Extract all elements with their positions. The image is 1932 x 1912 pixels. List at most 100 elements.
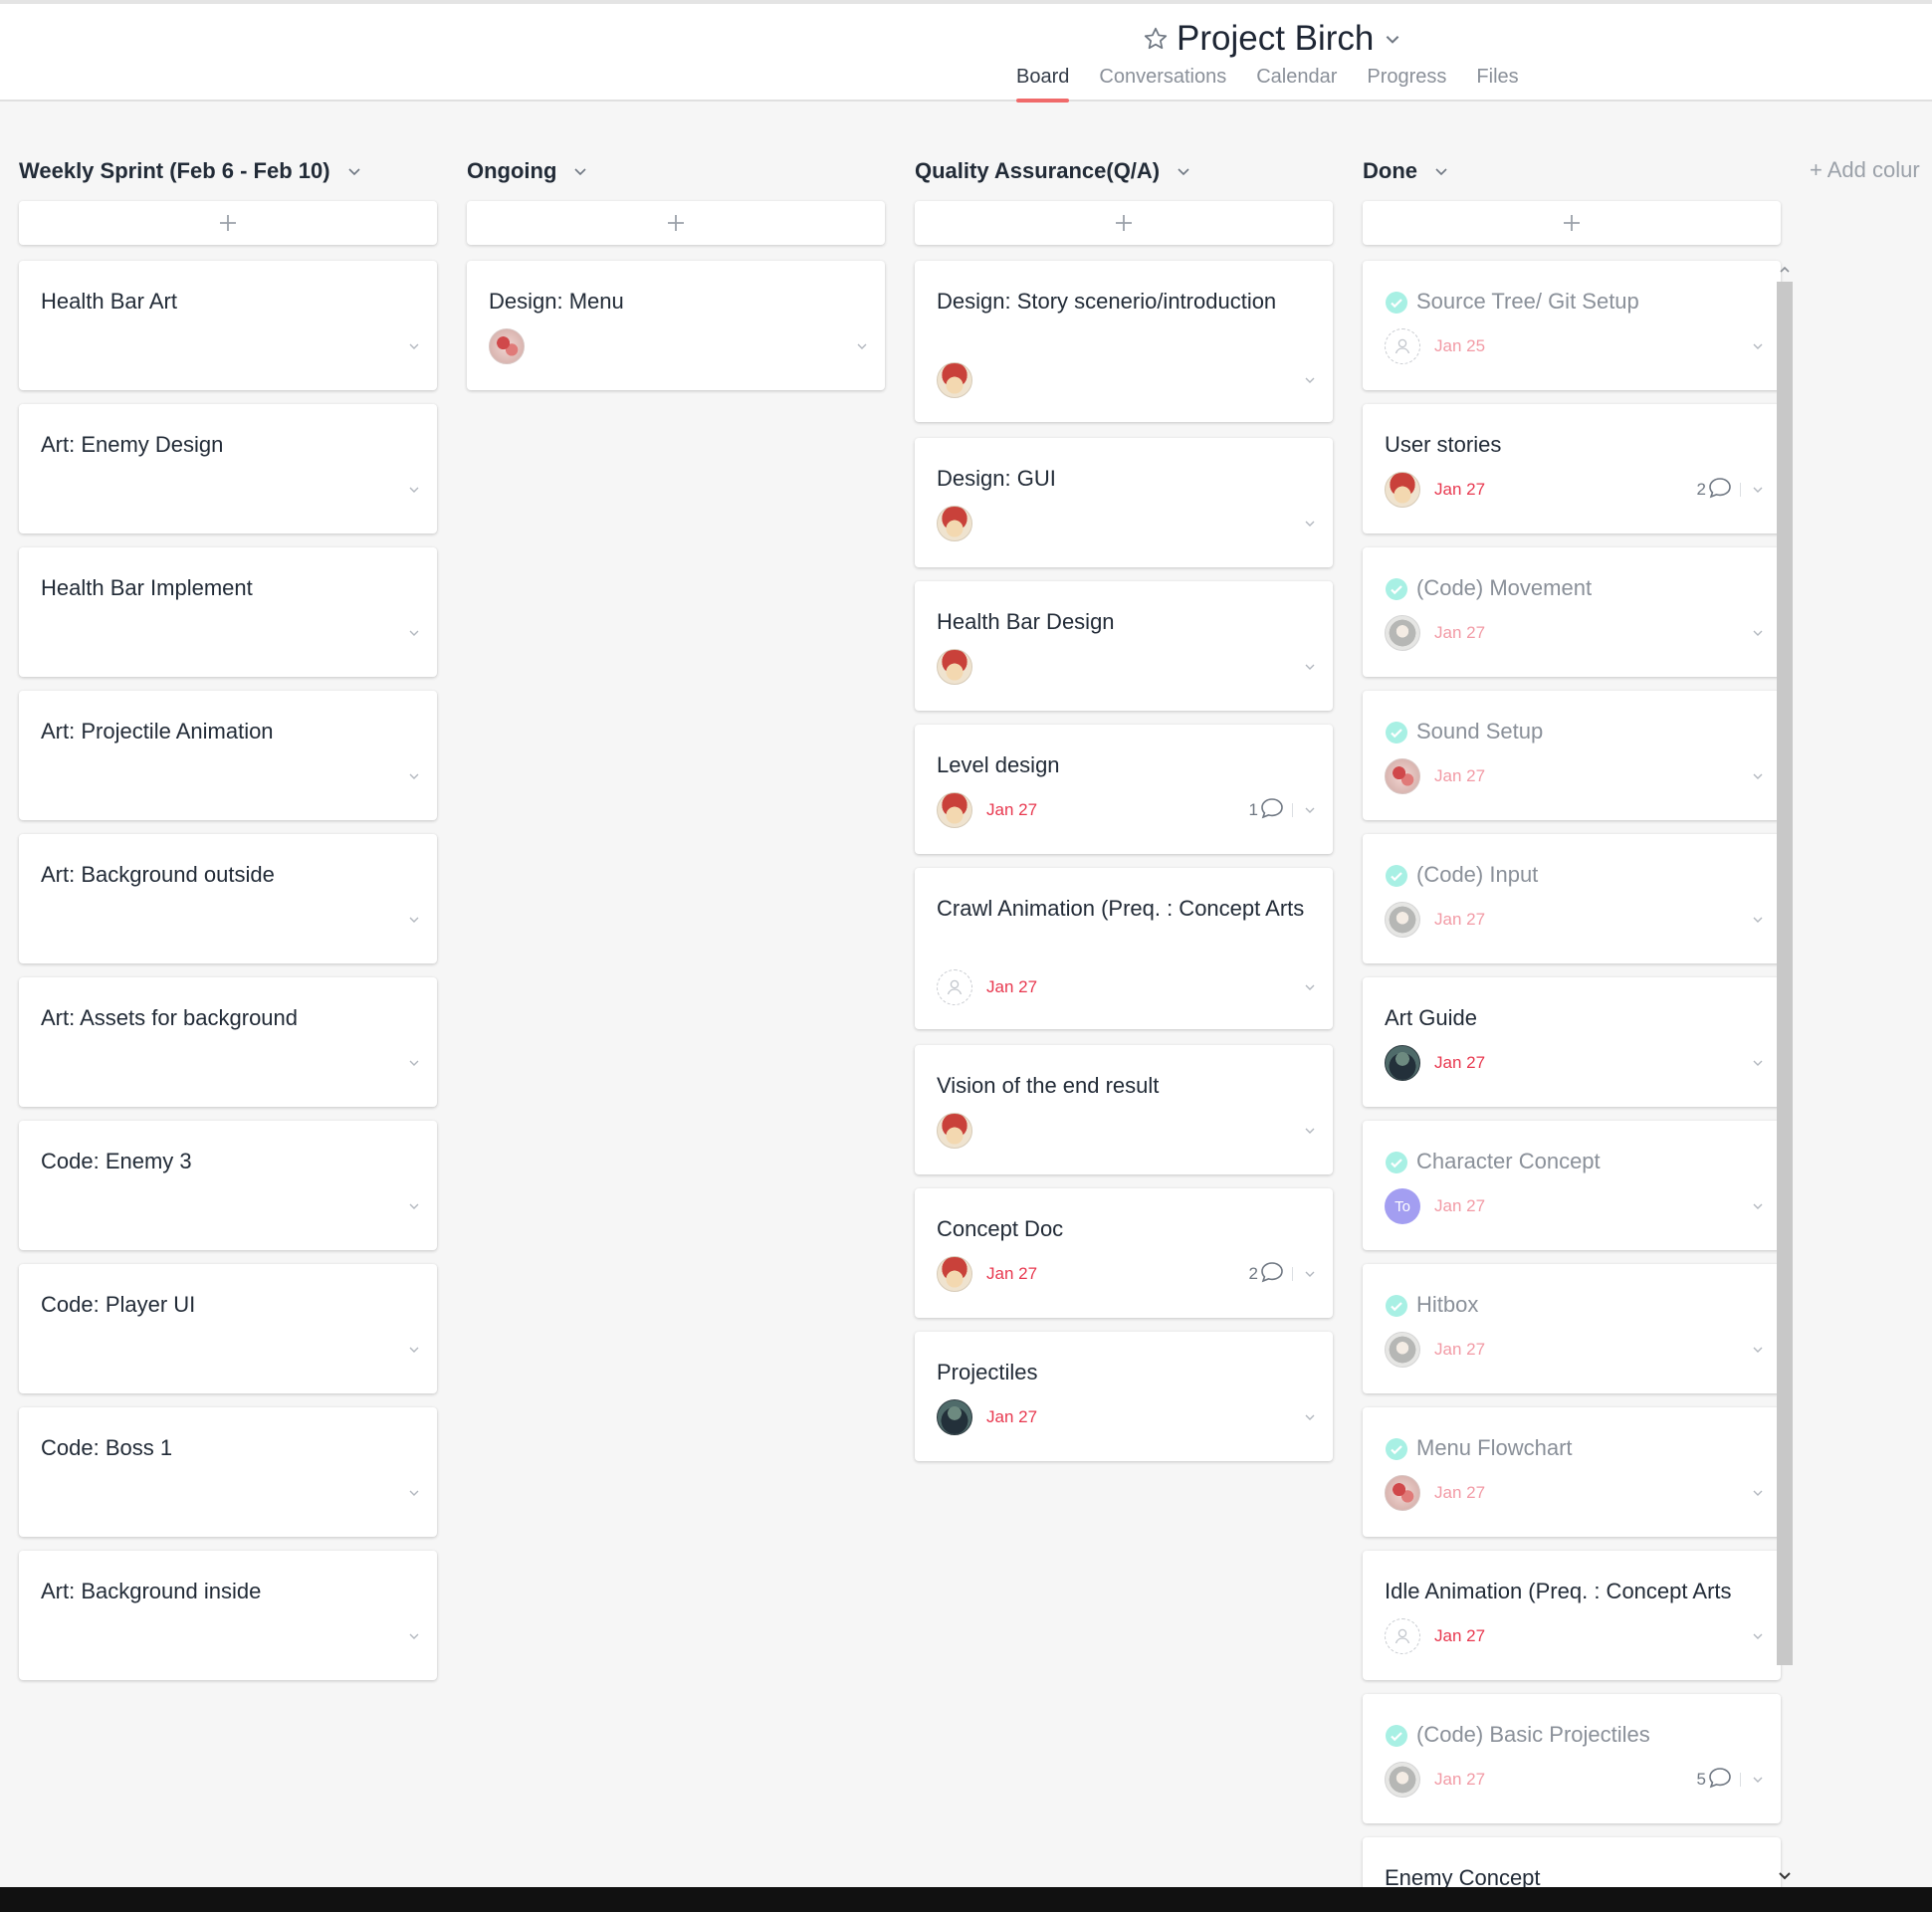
task-card[interactable]: Art Guide Jan 27 [1363,977,1781,1107]
check-circle-icon[interactable] [1385,1724,1408,1748]
column-header[interactable]: Ongoing [467,155,588,187]
project-title-row[interactable]: Project Birch [1143,16,1401,62]
avatar[interactable] [937,1113,972,1149]
avatar[interactable] [1385,1762,1420,1798]
avatar[interactable] [1385,472,1420,508]
tab-progress[interactable]: Progress [1367,66,1446,103]
chevron-down-icon[interactable] [1751,1629,1765,1643]
chevron-down-icon[interactable] [1303,803,1317,817]
task-card[interactable]: Art: Assets for background [19,977,437,1107]
due-date[interactable]: Jan 27 [1434,766,1485,786]
chevron-down-icon[interactable] [1751,1056,1765,1070]
due-date[interactable]: Jan 27 [986,800,1037,820]
due-date[interactable]: Jan 27 [986,1264,1037,1284]
chevron-down-icon[interactable] [1303,517,1317,531]
task-card[interactable]: Health Bar Design [915,581,1333,711]
chevron-down-icon[interactable] [407,339,421,353]
task-card[interactable]: Health Bar Implement [19,547,437,677]
avatar[interactable] [937,362,972,398]
chevron-down-icon[interactable] [1433,163,1449,179]
due-date[interactable]: Jan 27 [986,977,1037,997]
avatar[interactable] [937,506,972,541]
task-card[interactable]: Design: GUI [915,438,1333,567]
unassigned-avatar-icon[interactable] [1385,1618,1420,1654]
due-date[interactable]: Jan 27 [1434,1770,1485,1790]
comment-count[interactable]: 2 [1249,1261,1284,1288]
avatar[interactable] [937,792,972,828]
avatar[interactable] [1385,902,1420,938]
task-card[interactable]: Vision of the end result [915,1045,1333,1174]
scroll-up-arrow-icon[interactable] [1777,261,1793,279]
column-header[interactable]: Quality Assurance(Q/A) [915,155,1191,187]
chevron-down-icon[interactable] [1751,1773,1765,1787]
task-card[interactable]: Art: Background inside [19,1551,437,1680]
tab-conversations[interactable]: Conversations [1099,66,1226,103]
chevron-down-icon[interactable] [407,913,421,927]
task-card[interactable]: Design: Menu [467,261,885,390]
chevron-down-icon[interactable] [1303,1124,1317,1138]
chevron-down-icon[interactable] [1751,913,1765,927]
task-card[interactable]: Hitbox Jan 27 [1363,1264,1781,1393]
task-card[interactable]: Concept Doc Jan 27 2 [915,1188,1333,1318]
chevron-down-icon[interactable] [346,163,362,179]
chevron-down-icon[interactable] [407,769,421,783]
chevron-down-icon[interactable] [1303,660,1317,674]
task-card[interactable]: Code: Enemy 3 [19,1121,437,1250]
task-card[interactable]: Art: Enemy Design [19,404,437,533]
check-circle-icon[interactable] [1385,1151,1408,1174]
task-card[interactable]: Idle Animation (Preq. : Concept Arts Jan … [1363,1551,1781,1680]
chevron-down-icon[interactable] [407,626,421,640]
check-circle-icon[interactable] [1385,864,1408,888]
chevron-down-icon[interactable] [1751,339,1765,353]
chevron-down-icon[interactable] [407,1343,421,1357]
add-task-button[interactable] [19,201,437,245]
avatar[interactable] [489,328,525,364]
chevron-down-icon[interactable] [572,163,588,179]
tab-board[interactable]: Board [1016,66,1070,103]
task-card[interactable]: Sound Setup Jan 27 [1363,691,1781,820]
chevron-down-icon[interactable] [1303,980,1317,994]
due-date[interactable]: Jan 27 [1434,1483,1485,1503]
scroll-down-arrow-icon[interactable] [1777,1867,1793,1885]
chevron-down-icon[interactable] [1751,769,1765,783]
column-header[interactable]: Done [1363,155,1449,187]
chevron-down-icon[interactable] [1303,1410,1317,1424]
chevron-down-icon[interactable] [1751,1199,1765,1213]
avatar[interactable]: To [1385,1188,1420,1224]
check-circle-icon[interactable] [1385,291,1408,315]
task-card[interactable]: Code: Boss 1 [19,1407,437,1537]
avatar[interactable] [1385,615,1420,651]
task-card[interactable]: Character Concept To Jan 27 [1363,1121,1781,1250]
chevron-down-icon[interactable] [407,1056,421,1070]
due-date[interactable]: Jan 27 [986,1407,1037,1427]
unassigned-avatar-icon[interactable] [937,969,972,1005]
tab-files[interactable]: Files [1476,66,1518,103]
comment-count[interactable]: 1 [1249,797,1284,824]
chevron-down-icon[interactable] [1303,1267,1317,1281]
task-card[interactable]: Source Tree/ Git Setup Jan 25 [1363,261,1781,390]
task-card[interactable]: Level design Jan 27 1 [915,725,1333,854]
task-card[interactable]: (Code) Basic Projectiles Jan 27 5 [1363,1694,1781,1823]
column-header[interactable]: Weekly Sprint (Feb 6 - Feb 10) [19,155,362,187]
chevron-down-icon[interactable] [1176,163,1191,179]
chevron-down-icon[interactable] [1751,1343,1765,1357]
check-circle-icon[interactable] [1385,721,1408,744]
due-date[interactable]: Jan 27 [1434,480,1485,500]
chevron-down-icon[interactable] [407,1629,421,1643]
due-date[interactable]: Jan 27 [1434,623,1485,643]
task-card[interactable]: Health Bar Art [19,261,437,390]
comment-count[interactable]: 2 [1697,477,1732,504]
chevron-down-icon[interactable] [407,1199,421,1213]
add-task-button[interactable] [467,201,885,245]
avatar[interactable] [1385,1045,1420,1081]
due-date[interactable]: Jan 27 [1434,1340,1485,1360]
due-date[interactable]: Jan 27 [1434,1196,1485,1216]
avatar[interactable] [937,1399,972,1435]
avatar[interactable] [937,649,972,685]
chevron-down-icon[interactable] [407,483,421,497]
tab-calendar[interactable]: Calendar [1256,66,1337,103]
task-card[interactable]: Projectiles Jan 27 [915,1332,1333,1461]
chevron-down-icon[interactable] [1751,483,1765,497]
due-date[interactable]: Jan 27 [1434,1626,1485,1646]
avatar[interactable] [1385,758,1420,794]
